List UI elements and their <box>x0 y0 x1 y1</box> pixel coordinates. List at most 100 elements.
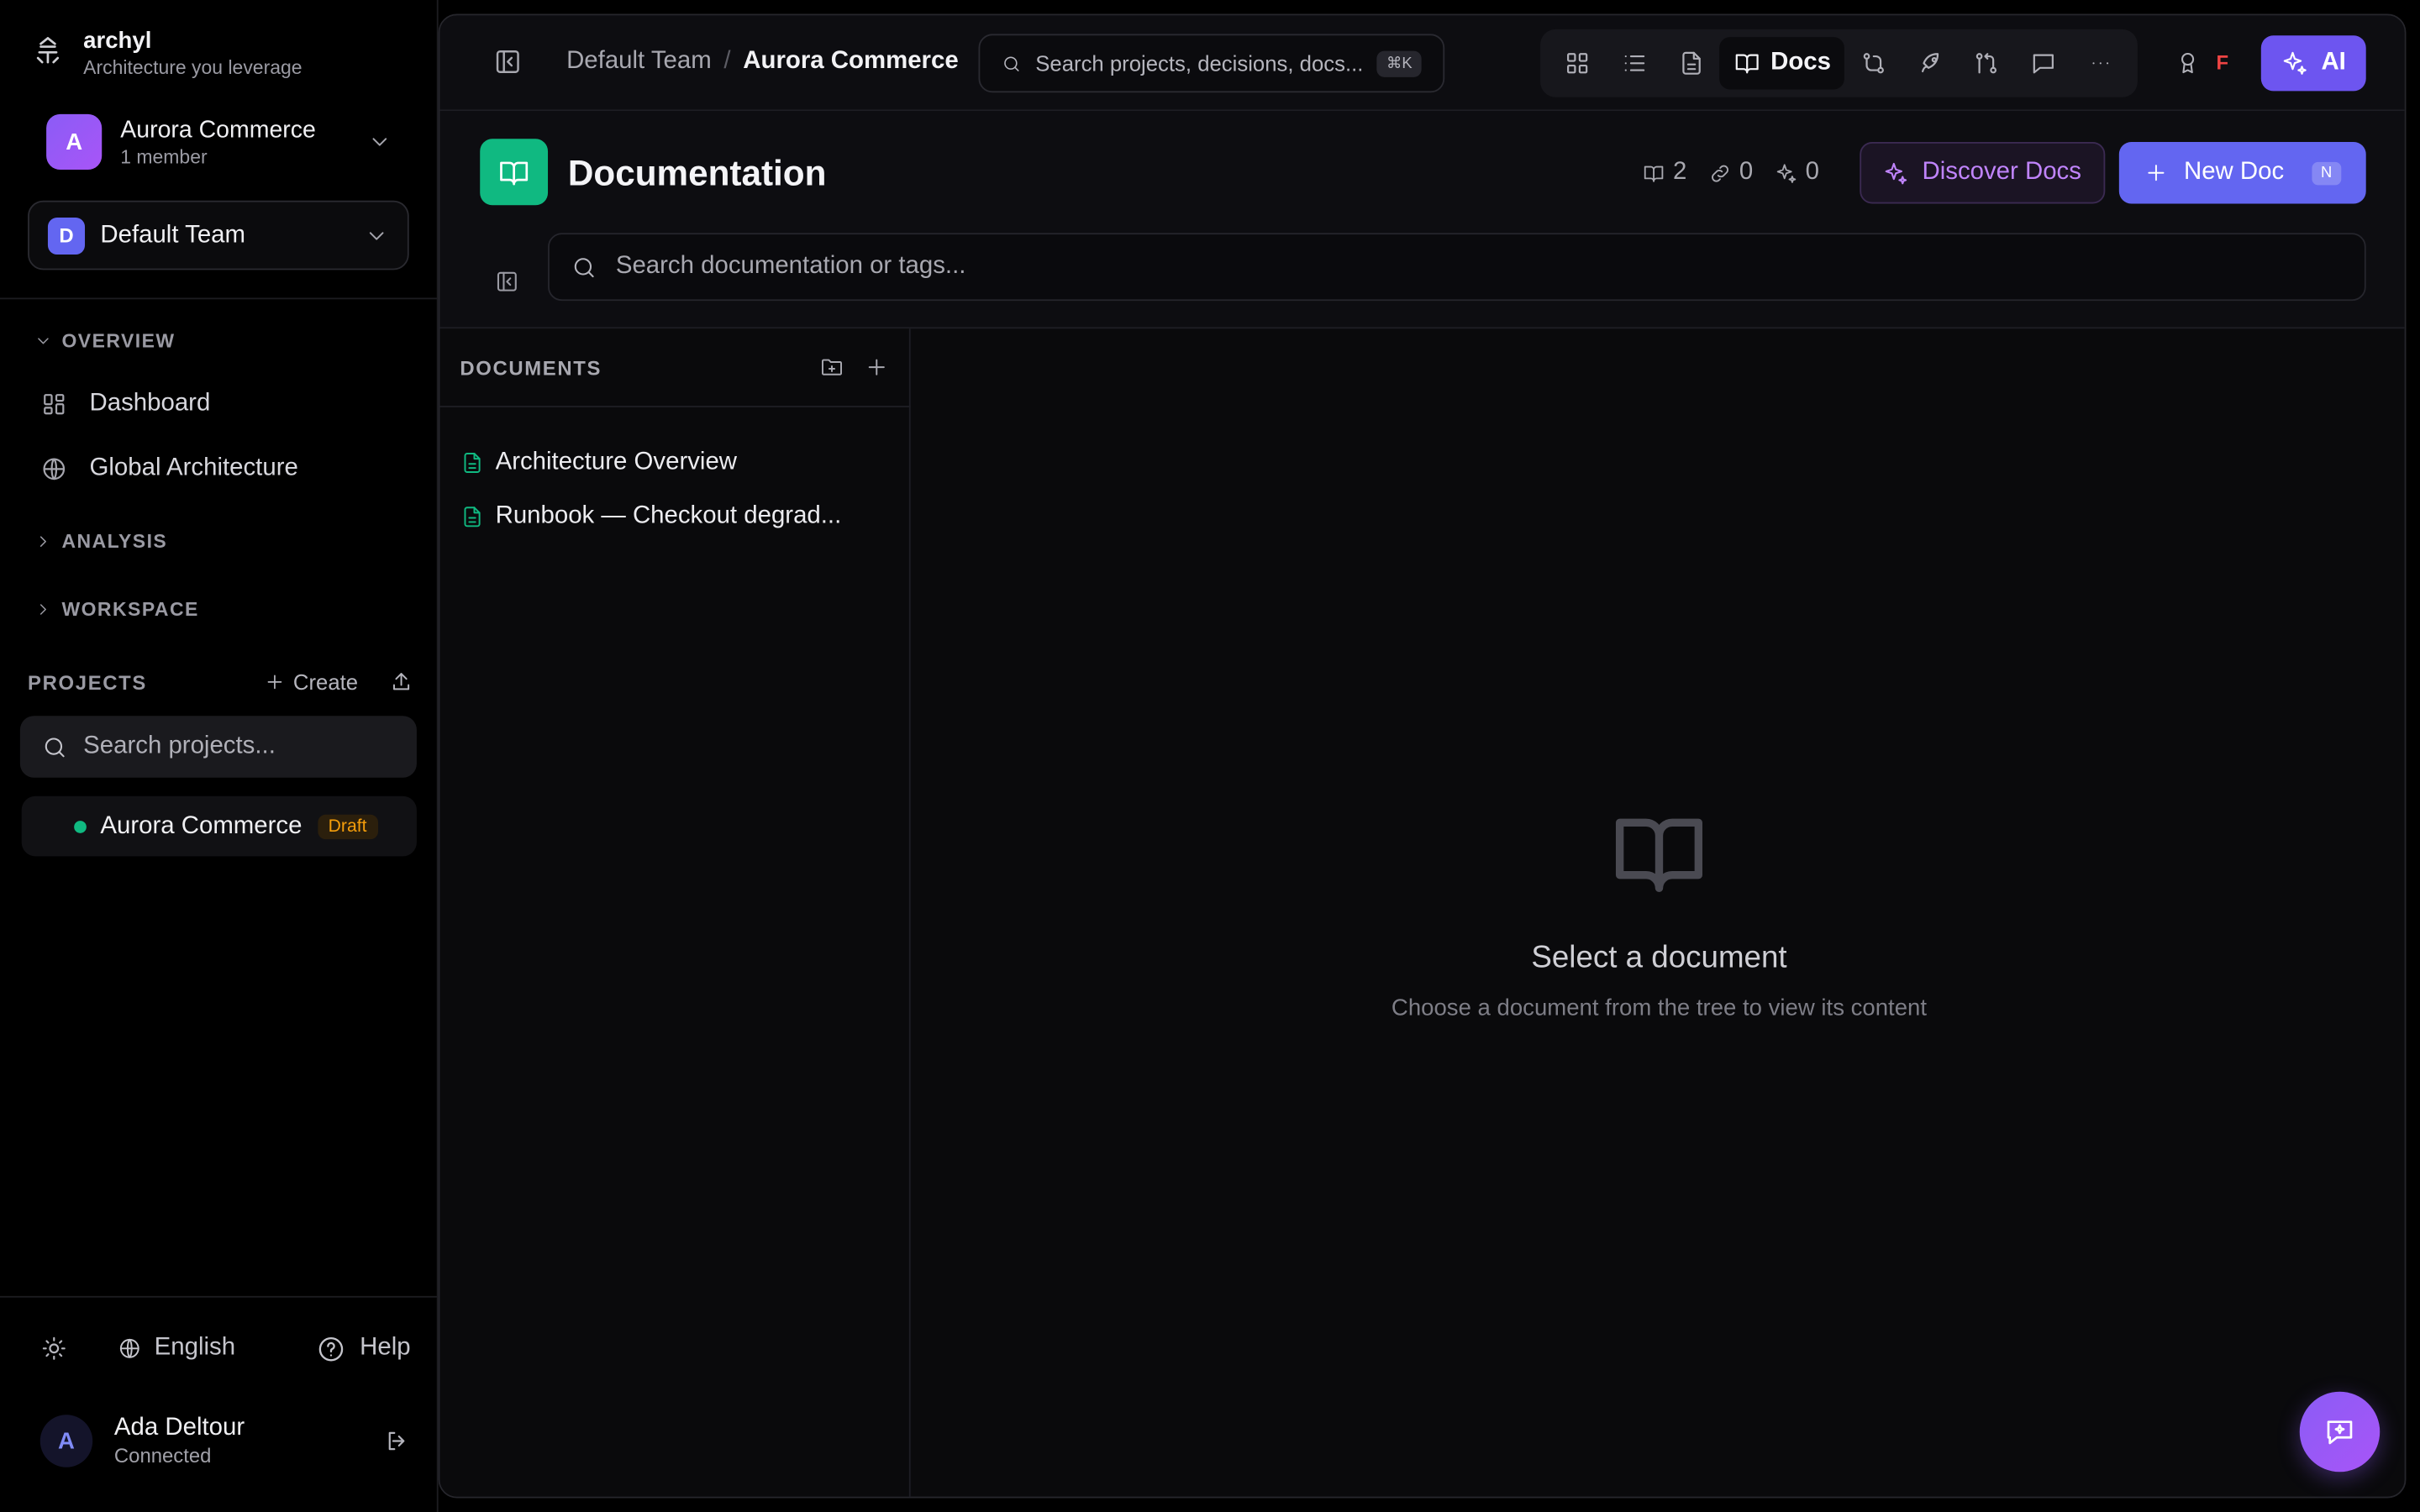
brand[interactable]: archyl Architecture you leverage <box>31 28 302 80</box>
list-mode-button[interactable] <box>1606 37 1662 89</box>
section-overview-label: OVERVIEW <box>61 330 176 352</box>
dashboard-icon <box>44 394 65 415</box>
docs-mode-label: Docs <box>1770 49 1831 76</box>
project-search[interactable] <box>19 716 417 778</box>
avatar[interactable]: A <box>39 1415 93 1467</box>
page-title: Documentation <box>567 152 827 193</box>
new-folder-button[interactable] <box>819 354 844 379</box>
archyl-logo-icon <box>36 37 60 64</box>
project-status-dot <box>74 821 87 833</box>
chat-assistant-button[interactable] <box>2299 1391 2381 1473</box>
brand-name: archyl <box>83 28 152 55</box>
rank-grade: F <box>2216 50 2229 75</box>
doc-search-input[interactable] <box>615 253 2005 281</box>
ai-button[interactable]: AI <box>2260 35 2366 92</box>
breadcrumb-separator: / <box>723 47 731 75</box>
more-button[interactable] <box>2071 37 2128 89</box>
flows-mode-button[interactable] <box>1845 37 1902 89</box>
sidebar-item-dashboard[interactable]: Dashboard <box>22 376 417 432</box>
org-member-count: 1 member <box>120 145 208 168</box>
book-open-icon <box>1736 54 1760 74</box>
user-status: Connected <box>113 1444 212 1467</box>
logout-icon <box>388 1431 405 1451</box>
document-title: Runbook — Checkout degrad... <box>495 502 842 529</box>
new-doc-label: New Doc <box>2183 159 2285 186</box>
doc-stats: 2 0 0 <box>1642 159 1819 186</box>
empty-state: Select a document Choose a document from… <box>911 328 2405 1496</box>
app-root: archyl Architecture you leverage A Auror… <box>0 0 2420 1512</box>
chevron-down-icon <box>372 138 387 146</box>
organization-switcher[interactable]: A Aurora Commerce 1 member <box>28 108 411 176</box>
empty-state-subtitle: Choose a document from the tree to view … <box>1391 995 1928 1021</box>
git-compare-icon <box>1976 53 1997 74</box>
plus-icon <box>2148 165 2165 181</box>
new-doc-shortcut: N <box>2311 160 2342 185</box>
ai-docs-count: 0 <box>1775 159 1819 186</box>
document-tree-header: DOCUMENTS <box>439 328 911 407</box>
discover-docs-button[interactable]: Discover Docs <box>1860 141 2106 204</box>
chevron-right-icon <box>39 536 46 547</box>
book-open-icon <box>1615 818 1703 893</box>
logout-button[interactable] <box>383 1427 411 1455</box>
team-select[interactable]: D Default Team <box>28 200 409 270</box>
language-selector[interactable]: English <box>118 1335 235 1362</box>
sidebar-toggle-button[interactable] <box>492 46 523 77</box>
create-project-button[interactable]: Create <box>264 669 358 695</box>
help-label: Help <box>360 1334 411 1361</box>
ai-docs-count-value: 0 <box>1805 159 1819 186</box>
sidebar-item-global-architecture[interactable]: Global Architecture <box>22 441 417 496</box>
import-project-button[interactable] <box>389 669 413 694</box>
list-item[interactable]: Runbook — Checkout degrad... <box>460 494 899 540</box>
list-icon <box>1624 55 1645 71</box>
section-workspace-label: WORKSPACE <box>61 598 199 621</box>
doc-search[interactable] <box>548 233 2366 302</box>
projects-title: PROJECTS <box>28 670 148 694</box>
ai-button-label: AI <box>2321 49 2346 76</box>
new-doc-button[interactable]: New Doc N <box>2118 141 2366 204</box>
book-open-icon <box>500 160 529 185</box>
help-circle-icon <box>318 1336 344 1361</box>
chat-sparkle-icon <box>2327 1420 2353 1445</box>
project-search-input[interactable] <box>83 732 392 761</box>
sun-icon <box>42 1336 66 1360</box>
projects-header: PROJECTS Create <box>28 664 413 701</box>
theme-toggle[interactable] <box>40 1335 68 1362</box>
section-analysis-toggle[interactable]: ANALYSIS <box>34 531 167 553</box>
add-document-button[interactable] <box>865 354 889 379</box>
sidebar-collapse-icon <box>497 271 517 291</box>
grid-icon <box>1567 53 1588 74</box>
org-avatar: A <box>46 113 103 171</box>
breadcrumb-team[interactable]: Default Team <box>566 48 712 76</box>
sparkles-icon <box>1886 161 1907 184</box>
tree-toggle-button[interactable] <box>494 269 520 295</box>
folder-plus-icon <box>821 359 842 375</box>
changes-mode-button[interactable] <box>1959 37 2015 89</box>
breadcrumb-project[interactable]: Aurora Commerce <box>743 48 958 76</box>
section-overview-toggle[interactable]: OVERVIEW <box>34 330 175 352</box>
org-info: Aurora Commerce 1 member <box>120 115 316 169</box>
list-item[interactable]: Architecture Overview <box>460 439 899 486</box>
sidebar-collapse-icon <box>496 50 519 73</box>
sparkles-icon <box>2283 51 2307 75</box>
overview-mode-button[interactable] <box>1549 37 1606 89</box>
main-panel: Default Team / Aurora Commerce Search pr… <box>438 13 2407 1499</box>
section-workspace-toggle[interactable]: WORKSPACE <box>34 598 199 621</box>
comments-mode-button[interactable] <box>2015 37 2071 89</box>
links-count-value: 0 <box>1739 159 1754 186</box>
docs-mode-button[interactable]: Docs <box>1719 37 1845 90</box>
decisions-mode-button[interactable] <box>1663 37 1719 89</box>
breadcrumb: Default Team / Aurora Commerce <box>566 48 959 76</box>
global-search[interactable]: Search projects, decisions, docs... ⌘K <box>978 34 1445 93</box>
project-item[interactable]: Aurora Commerce Draft <box>21 795 417 857</box>
help-link[interactable]: Help <box>317 1334 411 1363</box>
quality-rank[interactable]: F <box>2175 50 2228 76</box>
plus-icon <box>267 675 282 690</box>
search-icon <box>1004 55 1019 71</box>
search-icon <box>45 737 65 757</box>
document-tree-title: DOCUMENTS <box>460 355 602 379</box>
document-tree: DOCUMENTS Architecture Overview Runbook … <box>439 328 911 1497</box>
releases-mode-button[interactable] <box>1902 37 1958 89</box>
documentation-header: Documentation 2 0 0 Discover Docs New Do… <box>439 111 2405 329</box>
brand-text: archyl Architecture you leverage <box>83 28 302 80</box>
flow-icon <box>1863 53 1884 74</box>
